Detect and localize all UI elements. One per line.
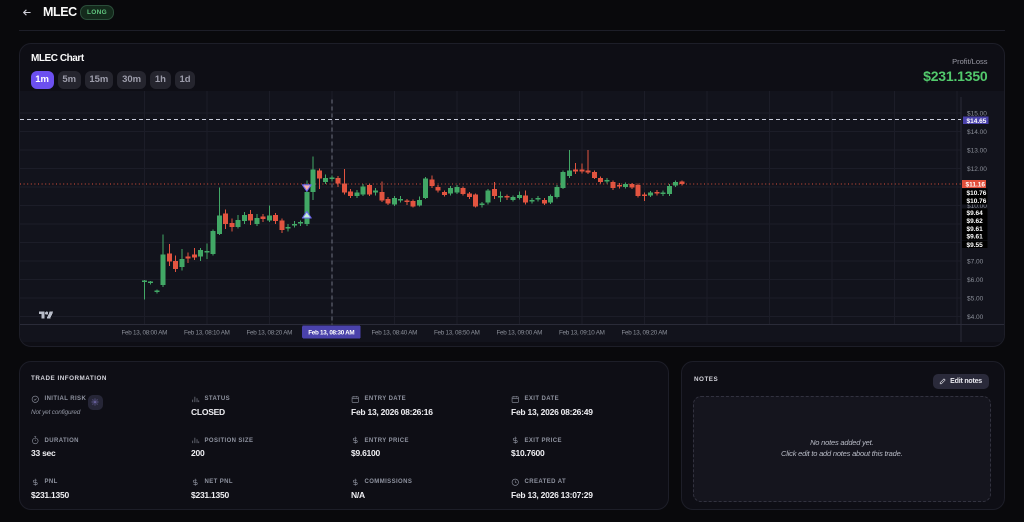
svg-text:Feb 13, 08:10 AM: Feb 13, 08:10 AM (184, 330, 230, 337)
svg-text:$14.00: $14.00 (967, 129, 987, 136)
svg-text:$9.61: $9.61 (967, 234, 984, 241)
svg-text:$10.76: $10.76 (967, 198, 987, 205)
svg-text:$9.62: $9.62 (967, 218, 984, 225)
svg-text:$7.00: $7.00 (967, 259, 984, 266)
svg-text:$9.61: $9.61 (967, 226, 984, 233)
svg-text:$13.00: $13.00 (967, 148, 987, 155)
svg-text:Feb 13, 08:50 AM: Feb 13, 08:50 AM (434, 330, 480, 337)
svg-text:$11.16: $11.16 (966, 182, 986, 189)
svg-text:$10.76: $10.76 (967, 190, 987, 197)
svg-text:Feb 13, 09:20 AM: Feb 13, 09:20 AM (621, 330, 667, 337)
svg-text:Feb 13, 08:20 AM: Feb 13, 08:20 AM (246, 330, 292, 337)
svg-text:Feb 13, 09:10 AM: Feb 13, 09:10 AM (559, 330, 605, 337)
svg-text:$9.55: $9.55 (967, 242, 984, 249)
svg-text:$9.64: $9.64 (967, 210, 984, 217)
svg-text:$4.00: $4.00 (967, 314, 984, 321)
svg-text:Feb 13, 08:00 AM: Feb 13, 08:00 AM (121, 330, 167, 337)
svg-text:$14.65: $14.65 (967, 118, 987, 125)
svg-text:$5.00: $5.00 (967, 296, 984, 303)
svg-text:Feb 13, 08:30 AM: Feb 13, 08:30 AM (308, 330, 354, 337)
svg-text:Feb 13, 08:40 AM: Feb 13, 08:40 AM (371, 330, 417, 337)
svg-text:Feb 13, 09:00 AM: Feb 13, 09:00 AM (496, 330, 542, 337)
svg-text:$6.00: $6.00 (967, 277, 984, 284)
svg-text:$12.00: $12.00 (967, 166, 987, 173)
